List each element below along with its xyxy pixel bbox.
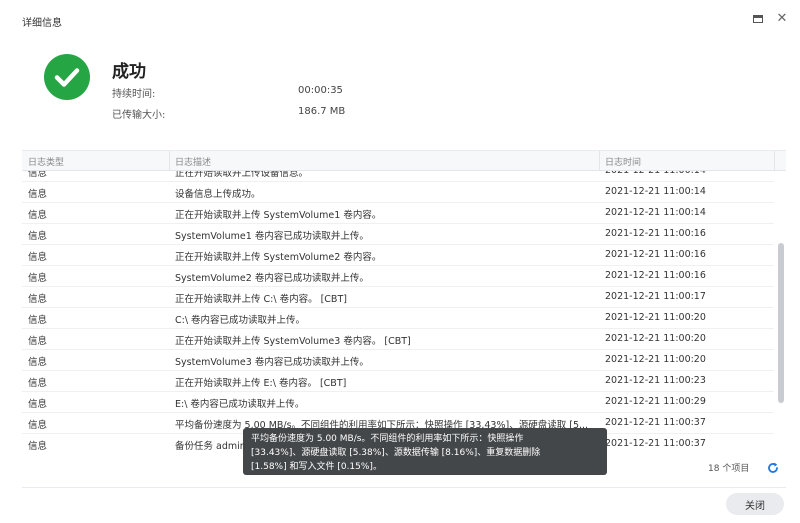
column-separator xyxy=(169,151,170,171)
log-description-cell: 正在开始读取并上传 SystemVolume3 卷内容。 [CBT] xyxy=(175,336,411,347)
log-type-cell: 信息 xyxy=(28,420,48,431)
duration-label: 持续时间: xyxy=(112,89,156,100)
log-description-cell: 正在开始读取并上传 SystemVolume2 卷内容。 xyxy=(175,252,382,263)
table-row[interactable]: 信息 设备信息上传成功。 2021-12-21 11:00:14 xyxy=(22,182,774,203)
log-table-scrollbar[interactable] xyxy=(778,243,784,403)
tooltip-line: 平均备份速度为 5.00 MB/s。不同组件的利用率如下所示：快照操作 xyxy=(251,434,524,444)
log-time-cell: 2021-12-21 11:00:14 xyxy=(605,186,706,197)
log-table-header: 日志类型 日志描述 日志时间 xyxy=(22,150,786,171)
log-time-cell: 2021-12-21 11:00:14 xyxy=(605,207,706,218)
log-type-cell: 信息 xyxy=(28,252,48,263)
log-description-cell: C:\ 卷内容已成功读取并上传。 xyxy=(175,315,306,326)
log-time-cell: 2021-12-21 11:00:37 xyxy=(605,417,706,428)
log-time-cell: 2021-12-21 11:00:29 xyxy=(605,396,706,407)
log-description-cell: SystemVolume2 卷内容已成功读取并上传。 xyxy=(175,273,369,284)
log-time-cell: 2021-12-21 11:00:17 xyxy=(605,291,706,302)
log-description-cell: SystemVolume3 卷内容已成功读取并上传。 xyxy=(175,357,369,368)
tooltip-line: [33.43%]、源硬盘读取 [5.38%]、源数据传输 [8.16%]、重复数… xyxy=(251,448,541,458)
column-header-log-type[interactable]: 日志类型 xyxy=(28,155,64,168)
table-row[interactable]: 信息 正在开始读取并上传设备信息。 2021-12-21 11:00:14 xyxy=(22,171,774,182)
log-rows: 信息正在开始读取并上传设备信息。2021-12-21 11:00:14信息设备信… xyxy=(22,171,774,452)
column-header-log-description[interactable]: 日志描述 xyxy=(175,155,211,168)
log-description-cell: 正在开始读取并上传 E:\ 卷内容。 [CBT] xyxy=(175,378,347,389)
table-row[interactable]: 信息 E:\ 卷内容已成功读取并上传。 2021-12-21 11:00:29 xyxy=(22,392,774,413)
log-time-cell: 2021-12-21 11:00:14 xyxy=(605,171,770,176)
log-type-cell: 信息 xyxy=(28,378,48,389)
log-time-cell: 2021-12-21 11:00:37 xyxy=(605,438,706,449)
column-separator xyxy=(599,151,600,171)
log-time-cell: 2021-12-21 11:00:16 xyxy=(605,228,706,239)
maximize-button[interactable] xyxy=(751,12,765,26)
close-icon: ✕ xyxy=(776,11,788,26)
log-time-cell: 2021-12-21 11:00:20 xyxy=(605,333,706,344)
window-title: 详细信息 xyxy=(22,18,62,29)
refresh-icon xyxy=(768,462,778,473)
log-time-cell: 2021-12-21 11:00:20 xyxy=(605,312,706,323)
log-time-cell: 2021-12-21 11:00:16 xyxy=(605,270,706,281)
log-description-cell: 正在开始读取并上传设备信息。 xyxy=(175,171,309,179)
log-time-cell: 2021-12-21 11:00:20 xyxy=(605,354,706,365)
transferred-size-value: 186.7 MB xyxy=(298,106,346,117)
close-button[interactable]: 关闭 xyxy=(726,493,784,515)
maximize-icon xyxy=(753,15,763,23)
log-type-cell: 信息 xyxy=(28,273,48,284)
log-description-cell: 正在开始读取并上传 SystemVolume1 卷内容。 xyxy=(175,210,382,221)
item-count: 18 个项目 xyxy=(708,464,750,474)
description-tooltip: 平均备份速度为 5.00 MB/s。不同组件的利用率如下所示：快照操作 [33.… xyxy=(243,428,607,475)
log-description-cell: SystemVolume1 卷内容已成功读取并上传。 xyxy=(175,231,369,242)
log-type-cell: 信息 xyxy=(28,336,48,347)
duration-value: 00:00:35 xyxy=(298,85,343,96)
log-type-cell: 信息 xyxy=(28,210,48,221)
success-check-icon xyxy=(44,54,90,100)
window-close-button[interactable]: ✕ xyxy=(775,12,789,26)
refresh-button[interactable] xyxy=(766,460,780,474)
table-row[interactable]: 信息 SystemVolume1 卷内容已成功读取并上传。 2021-12-21 1… xyxy=(22,224,774,245)
log-description-cell: E:\ 卷内容已成功读取并上传。 xyxy=(175,399,305,410)
table-row[interactable]: 信息 SystemVolume3 卷内容已成功读取并上传。 2021-12-21 1… xyxy=(22,350,774,371)
log-type-cell: 信息 xyxy=(28,171,48,179)
column-header-log-time[interactable]: 日志时间 xyxy=(605,155,641,168)
table-row[interactable]: 信息 正在开始读取并上传 C:\ 卷内容。 [CBT] 2021-12-21 11:… xyxy=(22,287,774,308)
window-titlebar: 详细信息 ✕ xyxy=(0,0,800,38)
log-type-cell: 信息 xyxy=(28,315,48,326)
log-type-cell: 信息 xyxy=(28,357,48,368)
log-time-cell: 2021-12-21 11:00:23 xyxy=(605,375,706,386)
table-row[interactable]: 信息 C:\ 卷内容已成功读取并上传。 2021-12-21 11:00:20 xyxy=(22,308,774,329)
table-row[interactable]: 信息 正在开始读取并上传 SystemVolume3 卷内容。 [CBT] 2021… xyxy=(22,329,774,350)
log-description-cell: 正在开始读取并上传 C:\ 卷内容。 [CBT] xyxy=(175,294,347,305)
log-description-cell: 设备信息上传成功。 xyxy=(175,189,261,200)
column-separator xyxy=(774,151,775,171)
transferred-size-label: 已传输大小: xyxy=(112,110,166,121)
table-row[interactable]: 信息 SystemVolume2 卷内容已成功读取并上传。 2021-12-21 1… xyxy=(22,266,774,287)
table-row[interactable]: 信息 正在开始读取并上传 SystemVolume1 卷内容。 2021-12-21… xyxy=(22,203,774,224)
table-row[interactable]: 信息 正在开始读取并上传 E:\ 卷内容。 [CBT] 2021-12-21 11:… xyxy=(22,371,774,392)
log-table-body[interactable]: 信息正在开始读取并上传设备信息。2021-12-21 11:00:14信息设备信… xyxy=(22,171,774,452)
log-type-cell: 信息 xyxy=(28,231,48,242)
table-row[interactable]: 信息 正在开始读取并上传 SystemVolume2 卷内容。 2021-12-21… xyxy=(22,245,774,266)
log-type-cell: 信息 xyxy=(28,294,48,305)
log-type-cell: 信息 xyxy=(28,441,48,452)
log-time-cell: 2021-12-21 11:00:16 xyxy=(605,249,706,260)
status-title: 成功 xyxy=(112,62,146,82)
log-type-cell: 信息 xyxy=(28,189,48,200)
footer-divider xyxy=(22,487,786,488)
log-type-cell: 信息 xyxy=(28,399,48,410)
tooltip-line: [1.58%] 和写入文件 [0.15%]。 xyxy=(251,462,382,472)
